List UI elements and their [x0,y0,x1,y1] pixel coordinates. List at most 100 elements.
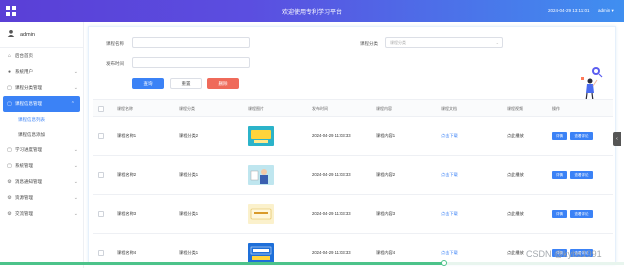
main-panel: 课程名称 课程分类 课程分类 ⌄ 发布时间 查询 重置 删除 课程名称 课程分类… [88,26,616,264]
box-icon: ▢ [7,146,12,153]
scrollbar-handle[interactable] [441,260,447,266]
user-menu[interactable]: admin ▾ [598,8,614,14]
select-all-checkbox[interactable] [98,106,104,112]
download-link[interactable]: 点击下载 [441,211,458,217]
details-button[interactable]: 详情 [552,210,567,218]
box-icon: ▢ [7,84,12,91]
chevron-left-icon[interactable]: ‹ [613,132,621,146]
user-profile: admin [0,22,83,48]
course-image [248,165,274,185]
reset-button[interactable]: 重置 [170,78,202,89]
view-comments-button[interactable]: 查看评论 [570,210,593,218]
row-checkbox[interactable] [98,172,104,178]
course-image [248,204,274,224]
course-name-input[interactable] [132,37,250,48]
watermark: CSDN @kybs1991 [526,249,602,259]
course-name-label: 课程名称 [106,41,124,46]
view-comments-button[interactable]: 查看评论 [570,171,593,179]
cell-course-category: 课程分类2 [179,133,199,138]
play-video-link[interactable]: 点此播放 [507,172,524,178]
details-button[interactable]: 详情 [552,132,567,140]
sidebar-item-progress[interactable]: ▢ 学习进度管理 ⌄ [0,142,83,158]
cell-course-name: 课程名称2 [117,172,137,177]
profile-username: admin [20,32,35,38]
box-icon: ▢ [7,162,12,169]
download-link[interactable]: 点击下载 [441,172,458,178]
scrollbar-thumb[interactable] [0,262,444,265]
sidebar-item-label: 课程分类管理 [15,85,42,90]
chevron-down-icon: ⌄ [73,147,78,153]
column-header: 发布时间 [312,106,328,111]
sidebar-item-label: 消息通知管理 [15,179,42,184]
play-video-link[interactable]: 点此播放 [507,211,524,217]
cell-course-content: 课程内容2 [376,172,396,177]
search-person-illustration [581,67,603,102]
view-comments-button[interactable]: 查看评论 [570,132,593,140]
table-row[interactable]: 课程名称3 课程分类1 2024-04-29 11:03:33 课程内容3 点击… [93,195,613,234]
chevron-down-icon: ⌄ [73,163,78,169]
sidebar-subitem-course-list[interactable]: 课程信息列表 [0,112,83,127]
cell-publish-time: 2024-04-29 11:03:33 [312,211,351,216]
sidebar-item-course-category[interactable]: ▢ 课程分类管理 ⌄ [0,80,83,96]
sidebar: admin ⌂ 后台首页 ● 系统用户 ⌄ ▢ 课程分类管理 ⌄ ▢ 课程信息管… [0,22,84,268]
chevron-down-icon: ⌄ [73,195,78,201]
chevron-down-icon: ⌄ [73,85,78,91]
course-image [248,243,274,263]
column-header: 课程视频 [507,106,523,111]
course-table: 课程名称 课程分类 课程图片 发布时间 课程内容 课程文档 课程视频 操作 课程… [93,99,613,268]
cell-course-name: 课程名称3 [117,211,137,216]
publish-time-label: 发布时间 [106,61,124,66]
sidebar-subitem-course-add[interactable]: 课程信息添加 [0,127,83,142]
course-category-select[interactable]: 课程分类 ⌄ [385,37,503,48]
chevron-up-icon: ⌃ [70,101,75,107]
course-image [248,126,274,146]
home-icon: ⌂ [7,52,12,59]
column-header: 课程分类 [179,106,195,111]
sidebar-item-label: 资源管理 [15,195,33,200]
delete-button[interactable]: 删除 [207,78,239,89]
course-category-placeholder: 课程分类 [390,40,406,45]
publish-time-input[interactable] [132,57,250,68]
sidebar-item-label: 交流管理 [15,211,33,216]
cell-course-content: 课程内容4 [376,250,396,255]
chevron-down-icon: ⌄ [495,40,499,45]
sidebar-item-communication[interactable]: ⚙ 交流管理 ⌄ [0,206,83,222]
sidebar-item-system[interactable]: ▢ 系统管理 ⌄ [0,158,83,174]
column-header: 课程名称 [117,106,133,111]
sidebar-item-label: 课程信息管理 [15,101,42,106]
top-bar: 欢迎使用专利学习平台 2024-04-29 13:11:01 admin ▾ [0,0,624,22]
cell-course-name: 课程名称1 [117,133,137,138]
play-video-link[interactable]: 点此播放 [507,250,524,256]
play-video-link[interactable]: 点此播放 [507,133,524,139]
search-button[interactable]: 查询 [132,78,164,89]
cell-course-category: 课程分类1 [179,211,199,216]
cell-publish-time: 2024-04-29 11:03:33 [312,250,351,255]
row-checkbox[interactable] [98,133,104,139]
gear-icon: ⚙ [7,178,12,185]
table-row[interactable]: 课程名称2 课程分类1 2024-04-29 11:03:33 课程内容2 点击… [93,156,613,195]
download-link[interactable]: 点击下载 [441,133,458,139]
gear-icon: ⚙ [7,194,12,201]
chevron-down-icon: ⌄ [73,211,78,217]
sidebar-item-system-users[interactable]: ● 系统用户 ⌄ [0,64,83,80]
sidebar-item-course-info[interactable]: ▢ 课程信息管理 ⌃ [3,96,80,112]
chevron-down-icon: ⌄ [73,69,78,75]
cell-course-name: 课程名称4 [117,250,137,255]
app-title: 欢迎使用专利学习平台 [281,10,342,16]
download-link[interactable]: 点击下载 [441,250,458,256]
box-icon: ▢ [7,100,12,107]
cell-course-category: 课程分类1 [179,172,199,177]
sidebar-item-notifications[interactable]: ⚙ 消息通知管理 ⌄ [0,174,83,190]
avatar-icon [7,29,15,37]
course-category-label: 课程分类 [360,41,378,46]
sidebar-item-label: 学习进度管理 [15,147,42,152]
details-button[interactable]: 详情 [552,171,567,179]
person-icon: ● [7,68,12,75]
sidebar-item-label: 系统管理 [15,163,33,168]
row-checkbox[interactable] [98,250,104,256]
table-row[interactable]: 课程名称1 课程分类2 2024-04-29 11:03:33 课程内容1 点击… [93,117,613,156]
sidebar-item-home[interactable]: ⌂ 后台首页 [0,48,83,64]
sidebar-item-resources[interactable]: ⚙ 资源管理 ⌄ [0,190,83,206]
cell-publish-time: 2024-04-29 11:03:33 [312,133,351,138]
row-checkbox[interactable] [98,211,104,217]
